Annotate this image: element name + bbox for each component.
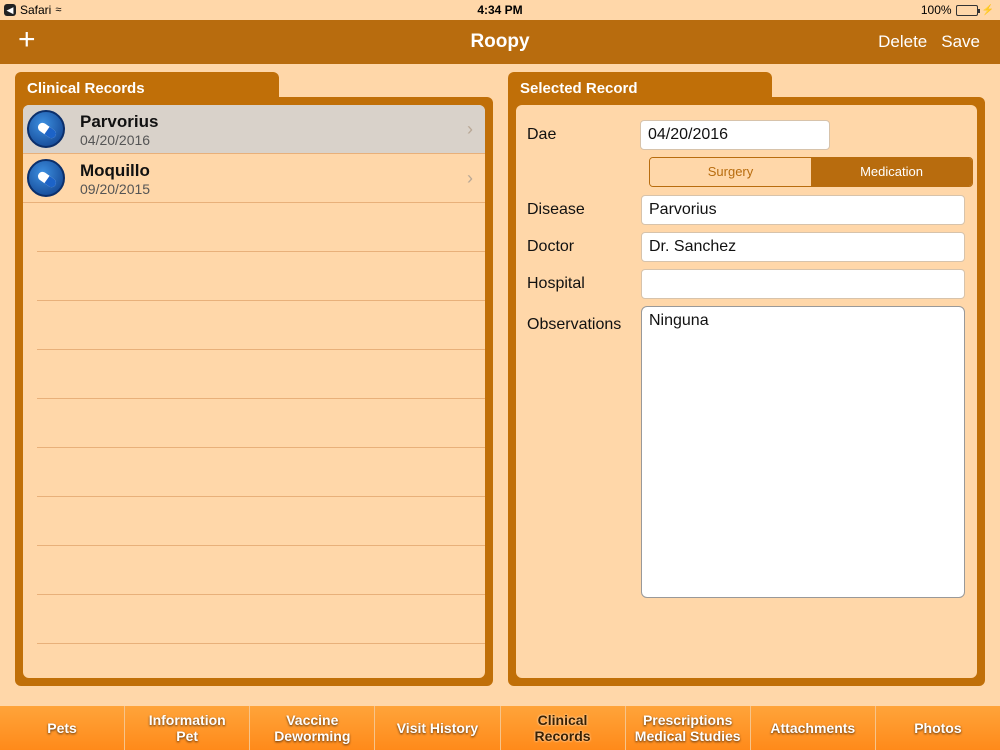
- clinical-records-panel: Parvorius 04/20/2016 › Moquillo 09/20/20…: [15, 72, 493, 686]
- selected-record-panel: Dae 04/20/2016 Surgery Medication Diseas…: [508, 72, 985, 686]
- tab-information-pet[interactable]: Information Pet: [124, 706, 249, 750]
- tab-label-line1: Information: [148, 712, 226, 728]
- chevron-right-icon: ›: [467, 168, 473, 188]
- tab-visit-history[interactable]: Visit History: [374, 706, 499, 750]
- tab-label-line2: Medical Studies: [634, 728, 741, 744]
- empty-list-row: [37, 399, 485, 448]
- tab-photos[interactable]: Photos: [874, 706, 1000, 750]
- empty-list-row: [37, 595, 485, 644]
- clinical-records-frame: Parvorius 04/20/2016 › Moquillo 09/20/20…: [15, 97, 493, 686]
- battery-percent: 100%: [920, 3, 952, 17]
- bottom-tab-bar: Pets Information Pet Vaccine Deworming Vis…: [0, 706, 1000, 750]
- doctor-label: Doctor: [527, 238, 575, 255]
- tab-label: Attachments: [770, 720, 856, 736]
- tab-label: Information Pet: [149, 712, 226, 744]
- tab-label-line2: Pet: [176, 728, 199, 744]
- empty-list-row: [37, 497, 485, 546]
- doctor-field[interactable]: Dr. Sanchez: [641, 232, 965, 262]
- empty-list-row: [37, 252, 485, 301]
- save-button[interactable]: Save: [941, 32, 980, 52]
- empty-list-row: [37, 546, 485, 595]
- record-name: Moquillo: [80, 161, 150, 180]
- delete-button[interactable]: Delete: [878, 32, 927, 52]
- status-right: 100% ⚡: [921, 3, 994, 17]
- charging-icon: ⚡: [981, 4, 994, 16]
- empty-list-row: [37, 203, 485, 252]
- observations-textarea[interactable]: Ninguna: [641, 306, 965, 598]
- tab-label-line2: Records: [534, 728, 591, 744]
- add-record-button[interactable]: +: [18, 25, 36, 55]
- hospital-label: Hospital: [527, 275, 585, 292]
- record-row-moquillo[interactable]: Moquillo 09/20/2015 ›: [23, 154, 485, 203]
- tab-pets[interactable]: Pets: [0, 706, 124, 750]
- selected-record-frame: Dae 04/20/2016 Surgery Medication Diseas…: [508, 97, 985, 686]
- medication-pill-icon: [27, 110, 65, 148]
- record-date: 09/20/2015: [80, 181, 151, 197]
- chevron-right-icon: ›: [467, 119, 473, 139]
- hospital-field[interactable]: [641, 269, 965, 299]
- medication-segment[interactable]: Medication: [811, 158, 972, 186]
- page-title: Roopy: [470, 31, 530, 52]
- battery-icon: [955, 4, 980, 16]
- tab-label: Pets: [47, 720, 77, 736]
- date-field[interactable]: 04/20/2016: [640, 120, 830, 150]
- clinical-records-list: Parvorius 04/20/2016 › Moquillo 09/20/20…: [23, 105, 485, 678]
- surgery-segment[interactable]: Surgery: [650, 158, 811, 186]
- tab-clinical-records[interactable]: Clinical Records: [499, 706, 625, 750]
- status-bar: ◀ Safari ≈ 4:34 PM 100% ⚡: [0, 0, 1000, 20]
- tab-prescriptions-medical-studies[interactable]: Prescriptions Medical Studies: [624, 706, 750, 750]
- empty-list-row: [37, 301, 485, 350]
- disease-field[interactable]: Parvorius: [641, 195, 965, 225]
- disease-label: Disease: [527, 201, 585, 218]
- tab-label-line1: Vaccine: [286, 712, 339, 728]
- empty-list-row: [37, 448, 485, 497]
- record-date: 04/20/2016: [80, 132, 151, 148]
- record-type-segmented-control: Surgery Medication: [649, 157, 973, 187]
- clinical-records-heading: Clinical Records: [15, 72, 279, 102]
- record-row-parvorius[interactable]: Parvorius 04/20/2016 ›: [23, 105, 485, 154]
- tab-vaccine-deworming[interactable]: Vaccine Deworming: [249, 706, 374, 750]
- nav-actions: Delete Save: [878, 32, 980, 52]
- observations-label: Observations: [527, 316, 622, 333]
- date-label: Dae: [527, 126, 557, 143]
- status-time: 4:34 PM: [477, 3, 523, 17]
- tab-label-line1: Prescriptions: [642, 712, 733, 728]
- tab-label: Visit History: [396, 720, 479, 736]
- tab-label: Vaccine Deworming: [274, 712, 350, 744]
- empty-list-row: [37, 350, 485, 399]
- selected-record-heading: Selected Record: [508, 72, 772, 102]
- empty-list-row: [37, 644, 485, 678]
- tab-label: Prescriptions Medical Studies: [635, 712, 741, 744]
- tab-label: Clinical Records: [535, 712, 591, 744]
- medication-pill-icon: [27, 159, 65, 197]
- tab-label: Photos: [914, 720, 962, 736]
- selected-record-form: Dae 04/20/2016 Surgery Medication Diseas…: [516, 105, 977, 678]
- navigation-bar: + Roopy Delete Save: [0, 20, 1000, 64]
- tab-label-line2: Deworming: [274, 728, 351, 744]
- record-name: Parvorius: [80, 112, 159, 131]
- tab-attachments[interactable]: Attachments: [749, 706, 875, 750]
- tab-label-line1: Clinical: [537, 712, 588, 728]
